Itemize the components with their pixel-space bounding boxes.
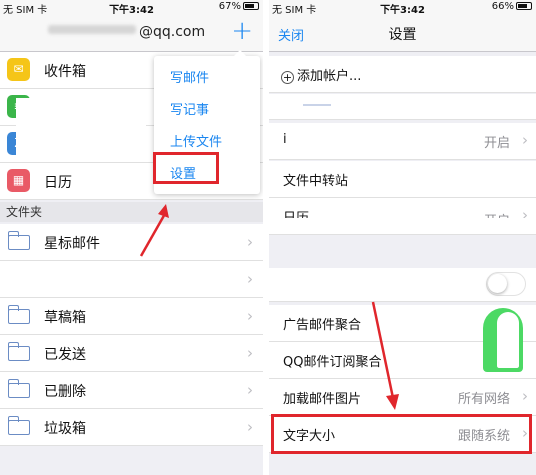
annotation-arrow bbox=[371, 301, 399, 410]
right-screen: 无 SIM 卡 下午3:42 66% 关闭 设置 + 添加帐户... i 开启 ›… bbox=[269, 0, 536, 475]
left-screen: 无 SIM 卡 下午3:42 67% @qq.com + ✉ 收件箱 ≡ Z ▦… bbox=[0, 0, 263, 475]
annotation-arrow bbox=[139, 204, 169, 257]
